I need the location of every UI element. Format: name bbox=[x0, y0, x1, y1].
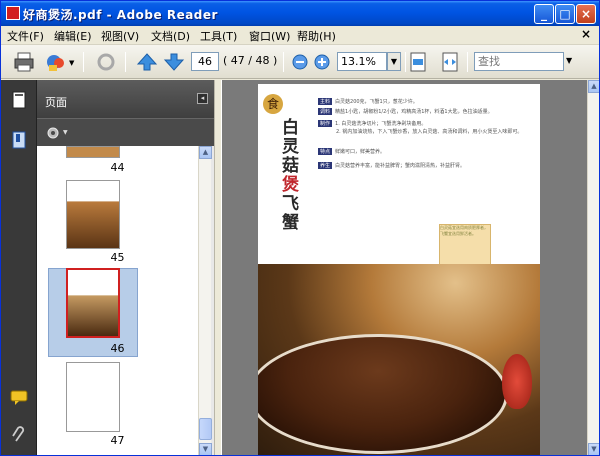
scroll-down-icon[interactable]: ▼ bbox=[199, 443, 212, 455]
zoom-in-icon[interactable] bbox=[311, 51, 333, 73]
doc-scroll-down-icon[interactable]: ▼ bbox=[588, 443, 599, 455]
menu-bar: 文件(F) 编辑(E) 视图(V) 文档(D) 工具(T) 窗口(W) 帮助(H… bbox=[1, 26, 599, 45]
recipe-text: 白灵菇200克，飞蟹1只，葱花少许。 bbox=[335, 99, 418, 105]
recipe-text: 精盐1小匙，胡椒粉1/2小匙，鸡精高汤1杯，料酒1大匙，色拉油适量。 bbox=[335, 109, 493, 115]
panel-options-bar: ▼ bbox=[37, 118, 214, 146]
maximize-button[interactable]: □ bbox=[555, 4, 575, 24]
toolbar: ▼ 46 ( 47 / 48 ) 13.1% ▼ 查找 ▼ bbox=[1, 45, 599, 79]
recipe-tag: 养生 bbox=[318, 162, 333, 169]
adobe-reader-icon bbox=[6, 6, 20, 20]
pages-panel-title: 页面 bbox=[45, 96, 67, 109]
zoom-level-input[interactable]: 13.1% bbox=[337, 52, 387, 71]
document-page: 食 白灵菇煲飞蟹 主料 白灵菇200克，飞蟹1只，葱花少许。 调料 精盐1小匙，胡椒… bbox=[258, 84, 540, 455]
recipe-row: 主料 白灵菇200克，飞蟹1只，葱花少许。 bbox=[318, 98, 528, 105]
menu-file[interactable]: 文件(F) bbox=[7, 28, 44, 44]
scroll-up-icon[interactable]: ▲ bbox=[199, 146, 212, 159]
print-icon[interactable] bbox=[13, 51, 35, 73]
recipe-text: 鲜嫩可口，鲜美营养。 bbox=[335, 149, 386, 155]
recipe-row: 制作 1. 白灵菇洗净切片；飞蟹洗净剁块备用。 bbox=[318, 120, 528, 127]
recipe-text: 1. 白灵菇洗净切片；飞蟹洗净剁块备用。 bbox=[335, 121, 427, 127]
zoom-dropdown-icon[interactable]: ▼ bbox=[387, 52, 401, 71]
navigation-strip bbox=[1, 80, 37, 455]
fit-width-icon[interactable] bbox=[439, 51, 461, 73]
menu-view[interactable]: 视图(V) bbox=[101, 28, 139, 44]
page-thumbnails: 44 45 46 47 bbox=[37, 146, 198, 455]
fit-page-icon[interactable] bbox=[407, 51, 429, 73]
document-close-icon[interactable]: × bbox=[581, 27, 591, 41]
sync-icon[interactable] bbox=[95, 51, 117, 73]
minimize-button[interactable]: _ bbox=[534, 4, 554, 24]
search-input[interactable]: 查找 bbox=[474, 52, 564, 71]
zoom-out-icon[interactable] bbox=[289, 51, 311, 73]
recipe-tag: 制作 bbox=[318, 120, 333, 127]
recipe-title: 白灵菇煲飞蟹 bbox=[282, 119, 300, 233]
food-photo-chili bbox=[502, 354, 532, 409]
window-title: 好商煲汤.pdf - Adobe Reader bbox=[23, 8, 218, 22]
page-count: ( 47 / 48 ) bbox=[223, 54, 278, 67]
comments-panel-icon[interactable] bbox=[9, 387, 29, 407]
pages-panel: 页面 ◂ ▼ 44 45 46 47 ▲ ▼ bbox=[37, 80, 214, 455]
menu-tools[interactable]: 工具(T) bbox=[200, 28, 237, 44]
recipe-tag: 调料 bbox=[318, 108, 333, 115]
page-thumbnail-44[interactable] bbox=[66, 146, 120, 158]
recipe-text: 2. 锅内加油烧热，下入飞蟹炒香，放入白灵菇、高汤和调料，用小火煲至入味即可。 bbox=[336, 129, 523, 135]
recipe-tag: 主料 bbox=[318, 98, 333, 105]
recipe-title-highlight: 煲 bbox=[282, 175, 299, 195]
menu-document[interactable]: 文档(D) bbox=[151, 28, 190, 44]
document-scrollbar[interactable]: ▲ ▼ bbox=[587, 80, 599, 455]
toolbar-separator bbox=[283, 52, 284, 72]
panel-collapse-icon[interactable]: ◂ bbox=[197, 93, 208, 104]
page-thumbnail-46[interactable] bbox=[66, 268, 120, 338]
share-icon[interactable] bbox=[45, 51, 67, 73]
previous-page-icon[interactable] bbox=[136, 51, 158, 73]
share-dropdown-icon[interactable]: ▼ bbox=[69, 59, 74, 67]
page-thumbnail-45[interactable] bbox=[66, 180, 120, 249]
recipe-seal: 食 bbox=[263, 94, 283, 114]
toolbar-separator bbox=[405, 52, 406, 72]
food-photo-bowl bbox=[258, 334, 508, 454]
menu-window[interactable]: 窗口(W) bbox=[249, 28, 290, 44]
page-thumbnail-label: 46 bbox=[110, 342, 125, 355]
close-button[interactable]: × bbox=[576, 4, 596, 24]
panel-splitter[interactable] bbox=[214, 80, 222, 455]
recipe-text: 白灵菇营养丰富，能补益脾胃；蟹肉滋阴清热，补益肝肾。 bbox=[335, 163, 466, 169]
page-thumbnail-label: 44 bbox=[110, 161, 125, 174]
page-number-input[interactable]: 46 bbox=[191, 52, 219, 71]
recipe-row: 调料 精盐1小匙，胡椒粉1/2小匙，鸡精高汤1杯，料酒1大匙，色拉油适量。 bbox=[318, 108, 528, 115]
toolbar-separator bbox=[125, 52, 126, 72]
pages-panel-icon[interactable] bbox=[9, 90, 29, 110]
recipe-title-part: 白灵菇 bbox=[282, 118, 299, 176]
doc-scroll-up-icon[interactable]: ▲ bbox=[588, 80, 599, 93]
menu-help[interactable]: 帮助(H) bbox=[297, 28, 336, 44]
page-thumbnail-47[interactable] bbox=[66, 362, 120, 432]
document-view[interactable]: 食 白灵菇煲飞蟹 主料 白灵菇200克，飞蟹1只，葱花少许。 调料 精盐1小匙，胡椒… bbox=[222, 80, 587, 455]
toolbar-separator bbox=[83, 52, 84, 72]
toolbar-separator bbox=[467, 52, 468, 72]
scrollbar-thumb[interactable] bbox=[199, 418, 212, 440]
reader-window: 好商煲汤.pdf - Adobe Reader _ □ × 文件(F) 编辑(E… bbox=[0, 0, 600, 456]
pages-panel-header: 页面 ◂ bbox=[37, 80, 214, 118]
menu-edit[interactable]: 编辑(E) bbox=[54, 28, 92, 44]
next-page-icon[interactable] bbox=[163, 51, 185, 73]
bookmarks-panel-icon[interactable] bbox=[9, 130, 29, 150]
options-gear-icon[interactable] bbox=[45, 125, 61, 141]
options-dropdown-icon[interactable]: ▼ bbox=[63, 129, 68, 136]
title-bar[interactable]: 好商煲汤.pdf - Adobe Reader _ □ × bbox=[1, 1, 599, 26]
recipe-tag: 特点 bbox=[318, 148, 333, 155]
recipe-title-part: 飞蟹 bbox=[282, 194, 299, 233]
recipe-row: 特点 鲜嫩可口，鲜美营养。 bbox=[318, 148, 528, 155]
recipe-row: 2. 锅内加油烧热，下入飞蟹炒香，放入白灵菇、高汤和调料，用小火煲至入味即可。 bbox=[318, 128, 528, 135]
recipe-row: 养生 白灵菇营养丰富，能补益脾胃；蟹肉滋阴清热，补益肝肾。 bbox=[318, 162, 528, 169]
thumbnails-scrollbar[interactable]: ▲ ▼ bbox=[198, 146, 212, 455]
search-dropdown-icon[interactable]: ▼ bbox=[566, 56, 572, 65]
page-thumbnail-label: 47 bbox=[110, 434, 125, 447]
attachments-panel-icon[interactable] bbox=[9, 425, 29, 445]
page-thumbnail-label: 45 bbox=[110, 251, 125, 264]
